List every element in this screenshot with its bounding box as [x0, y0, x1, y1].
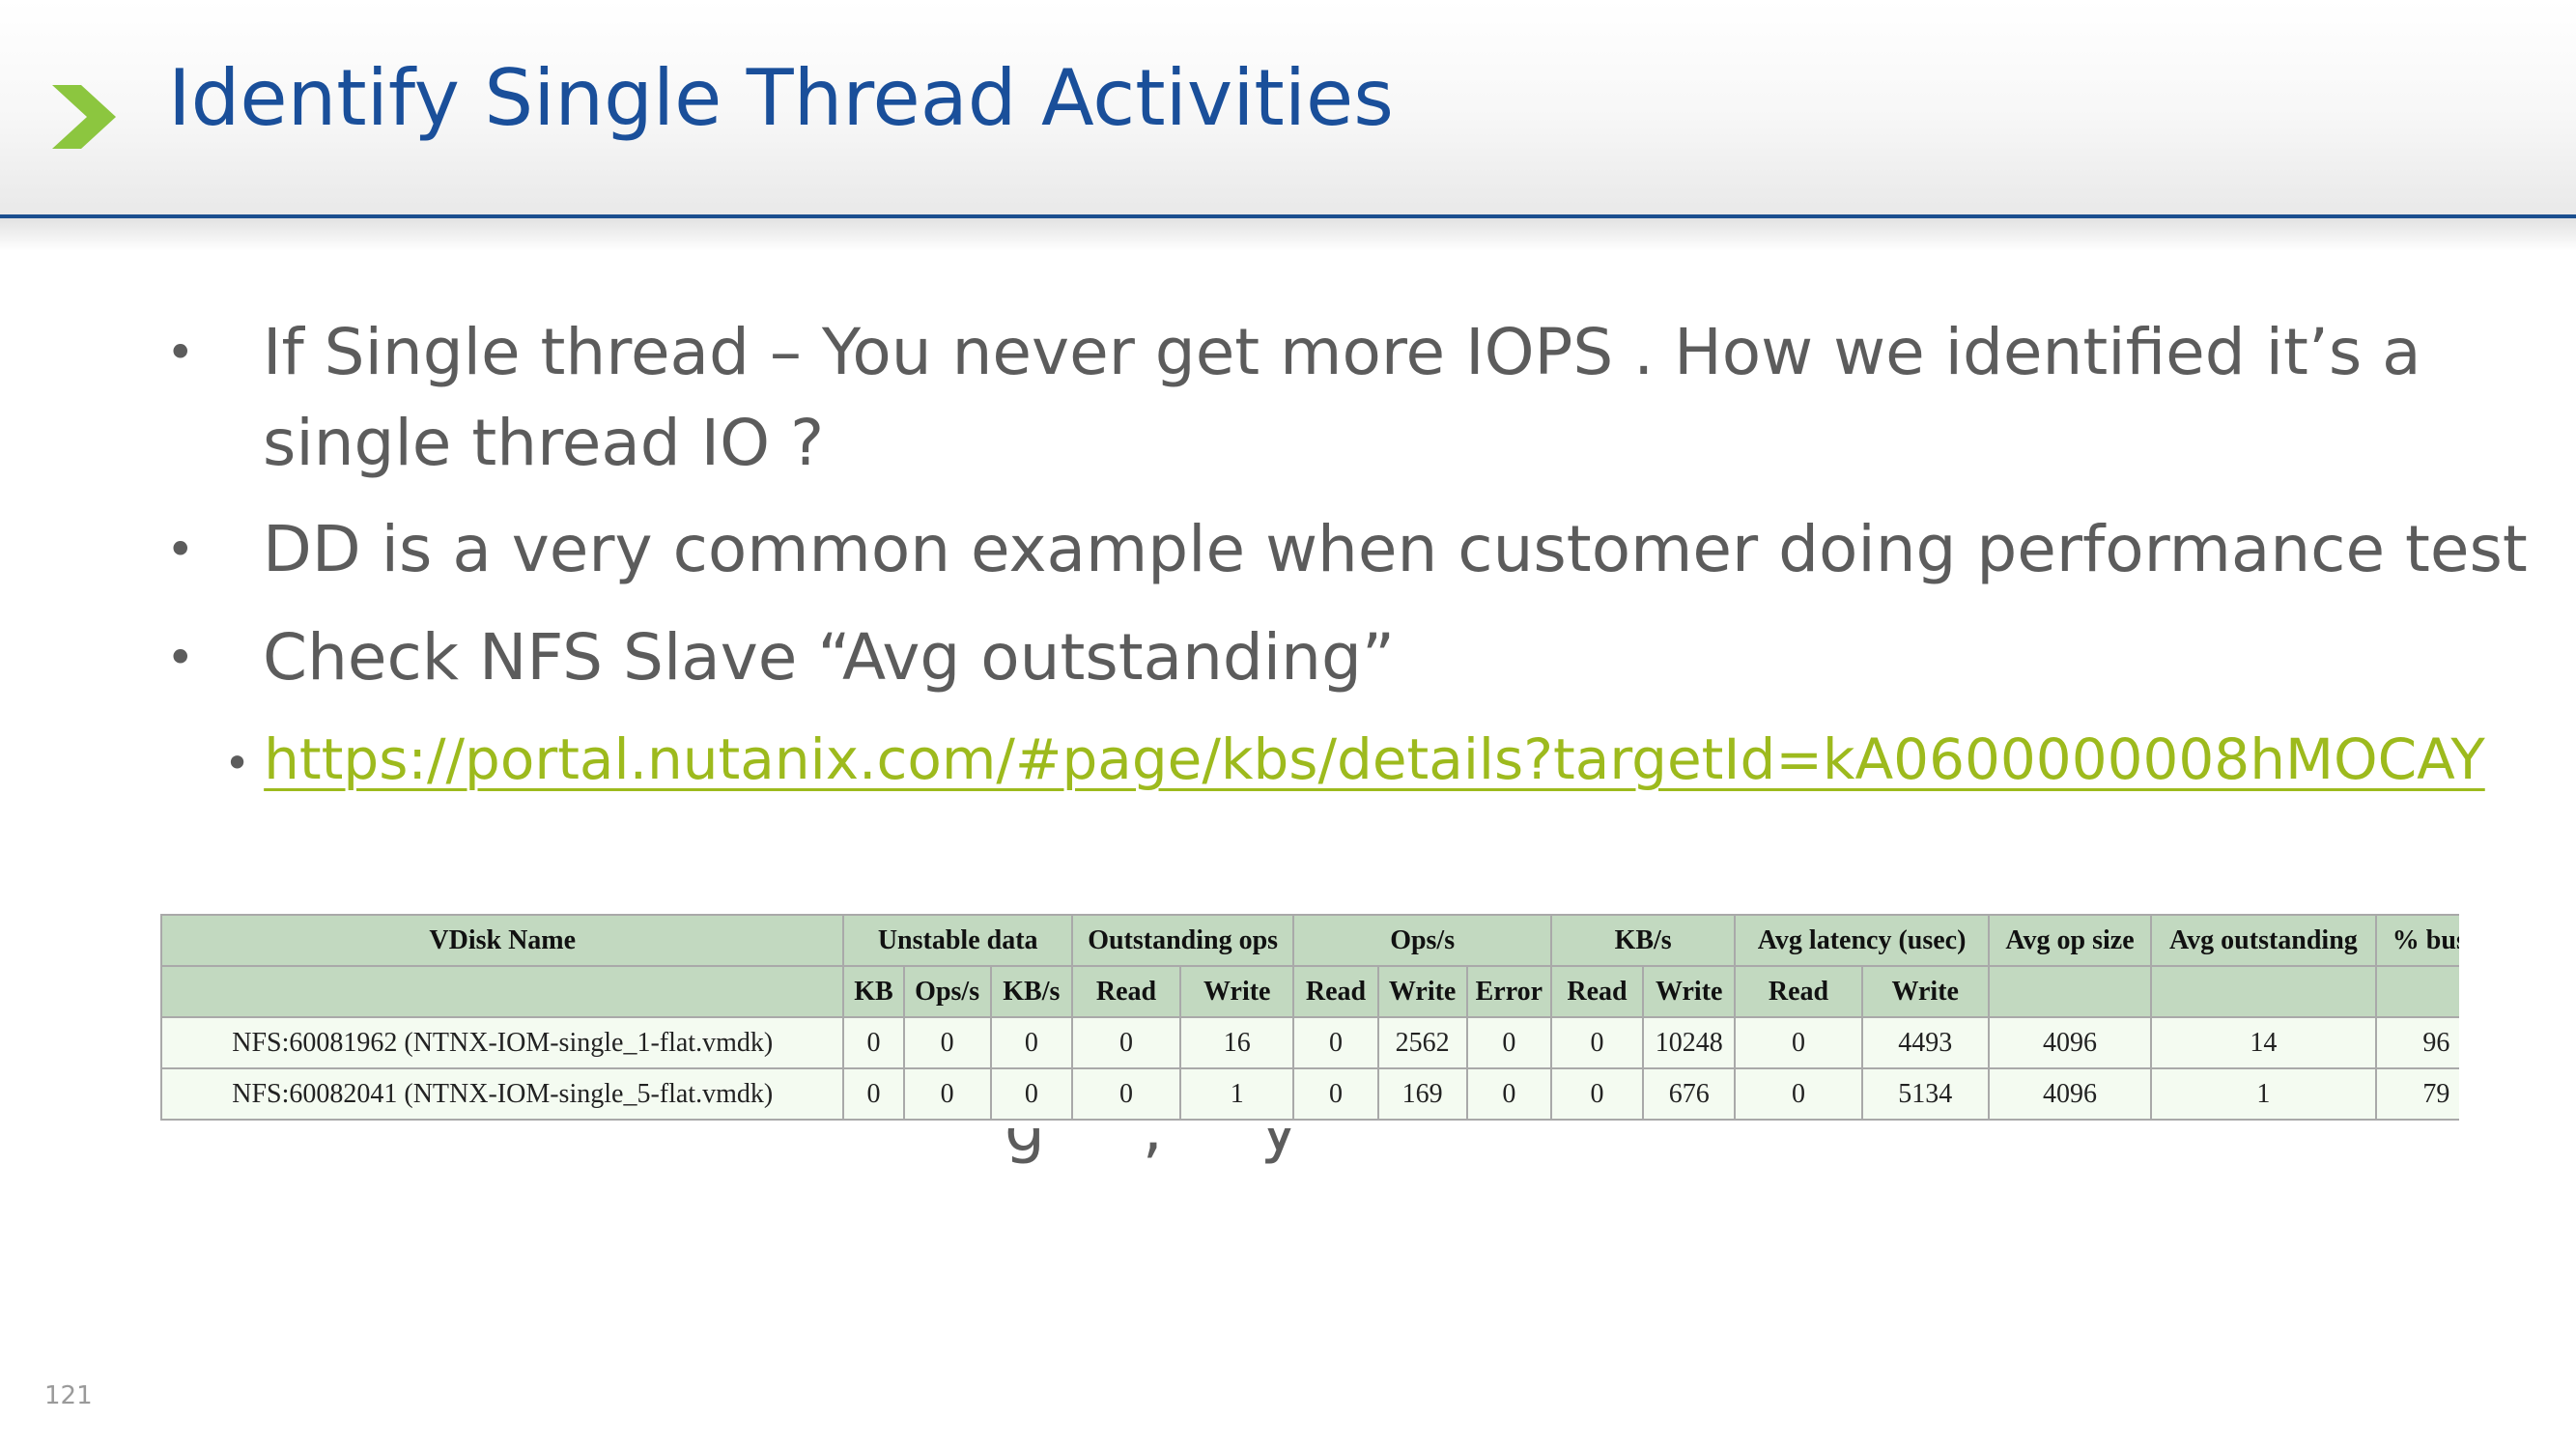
table-cell: 0	[1734, 1067, 1863, 1121]
table-cell: 0	[1292, 1067, 1379, 1121]
column-subheader: Error	[1465, 965, 1552, 1018]
column-header: Outstanding ops	[1070, 914, 1295, 967]
column-subheader: KB	[842, 965, 905, 1018]
bullet-dot-icon: •	[166, 325, 195, 381]
table-cell: 10248	[1642, 1016, 1737, 1069]
bullet-item: • DD is a very common example when custo…	[166, 504, 2528, 595]
table-cell: 0	[1549, 1067, 1645, 1121]
bullet-dot-icon: •	[166, 522, 195, 578]
table-cell: 0	[989, 1016, 1073, 1069]
column-subheader: Ops/s	[902, 965, 992, 1018]
column-header: Unstable data	[842, 914, 1073, 967]
table-cell: 96	[2374, 1016, 2459, 1069]
chevron-logo-icon	[52, 85, 116, 149]
bullet-text-continued: single thread IO ?	[263, 406, 825, 480]
bullet-text: DD is a very common example when custome…	[263, 512, 2528, 586]
table-cell: 0	[1292, 1016, 1379, 1069]
column-subheader: Write	[1376, 965, 1468, 1018]
table-group-header-row: VDisk Name Unstable data Outstanding ops…	[160, 914, 2459, 967]
column-subheader	[1987, 965, 2153, 1018]
vdisk-name-cell: NFS:60081962 (NTNX-IOM-single_1-flat.vmd…	[160, 1016, 845, 1069]
table-cell: 5134	[1860, 1067, 1990, 1121]
table-cell: 4096	[1987, 1016, 2153, 1069]
column-header: KB/s	[1549, 914, 1737, 967]
table-cell: 0	[1070, 1016, 1182, 1069]
table-cell: 0	[842, 1067, 905, 1121]
column-subheader: Write	[1179, 965, 1295, 1018]
column-subheader: Read	[1070, 965, 1182, 1018]
nfs-slave-stats-table: VDisk Name Unstable data Outstanding ops…	[160, 914, 2459, 1128]
table-cell: 0	[989, 1067, 1073, 1121]
column-subheader	[2150, 965, 2377, 1018]
table-cell: 0	[1070, 1067, 1182, 1121]
table-sub-header-row: KB Ops/s KB/s Read Write Read Write Erro…	[160, 965, 2459, 1018]
bullet-text: Check NFS Slave “Avg outstanding”	[263, 620, 1396, 695]
bullet-text: If Single thread – You never get more IO…	[263, 315, 2421, 389]
column-subheader	[160, 965, 845, 1018]
column-subheader: Write	[1642, 965, 1737, 1018]
bullet-dot-icon: •	[166, 630, 195, 686]
column-header: % busy	[2374, 914, 2459, 967]
kb-article-link[interactable]: https://portal.nutanix.com/#page/kbs/det…	[264, 726, 2485, 792]
column-subheader: KB/s	[989, 965, 1073, 1018]
column-subheader: Read	[1734, 965, 1863, 1018]
sub-bullet-dot-icon: •	[224, 737, 251, 789]
column-subheader: Write	[1860, 965, 1990, 1018]
table-cell: 0	[1465, 1016, 1552, 1069]
table-cell: 16	[1179, 1016, 1295, 1069]
slide-title: Identify Single Thread Activities	[168, 53, 1394, 143]
column-header: Ops/s	[1292, 914, 1552, 967]
table-cell: 0	[1734, 1016, 1863, 1069]
table-cell: 0	[1549, 1016, 1645, 1069]
sub-bullet-item: • https://portal.nutanix.com/#page/kbs/de…	[224, 723, 2485, 800]
table-cell: 0	[842, 1016, 905, 1069]
table-cell: 4096	[1987, 1067, 2153, 1121]
avg-outstanding-cell: 14	[2150, 1016, 2377, 1069]
column-subheader: Read	[1292, 965, 1379, 1018]
table-cell: 79	[2374, 1067, 2459, 1121]
table-cell: 4493	[1860, 1016, 1990, 1069]
avg-outstanding-cell: 1	[2150, 1067, 2377, 1121]
table-cell: 0	[902, 1016, 992, 1069]
bullet-item: • Check NFS Slave “Avg outstanding”	[166, 612, 2484, 703]
table-cell: 676	[1642, 1067, 1737, 1121]
stats-table: VDisk Name Unstable data Outstanding ops…	[160, 914, 2459, 1121]
column-header: Avg outstanding	[2150, 914, 2377, 967]
table-cell: 169	[1376, 1067, 1468, 1121]
table-cell: 0	[902, 1067, 992, 1121]
column-subheader	[2374, 965, 2459, 1018]
table-row: NFS:60082041 (NTNX-IOM-single_5-flat.vmd…	[160, 1067, 2459, 1121]
column-header: VDisk Name	[160, 914, 845, 967]
column-subheader: Read	[1549, 965, 1645, 1018]
column-header: Avg op size	[1987, 914, 2153, 967]
page-number: 121	[44, 1381, 93, 1410]
table-cell: 2562	[1376, 1016, 1468, 1069]
vdisk-name-cell: NFS:60082041 (NTNX-IOM-single_5-flat.vmd…	[160, 1067, 845, 1121]
table-cell: 0	[1465, 1067, 1552, 1121]
column-header: Avg latency (usec)	[1734, 914, 1990, 967]
table-cell: 1	[1179, 1067, 1295, 1121]
table-row: NFS:60081962 (NTNX-IOM-single_1-flat.vmd…	[160, 1016, 2459, 1069]
bullet-item: • If Single thread – You never get more …	[166, 307, 2484, 491]
header-shadow	[0, 218, 2576, 251]
